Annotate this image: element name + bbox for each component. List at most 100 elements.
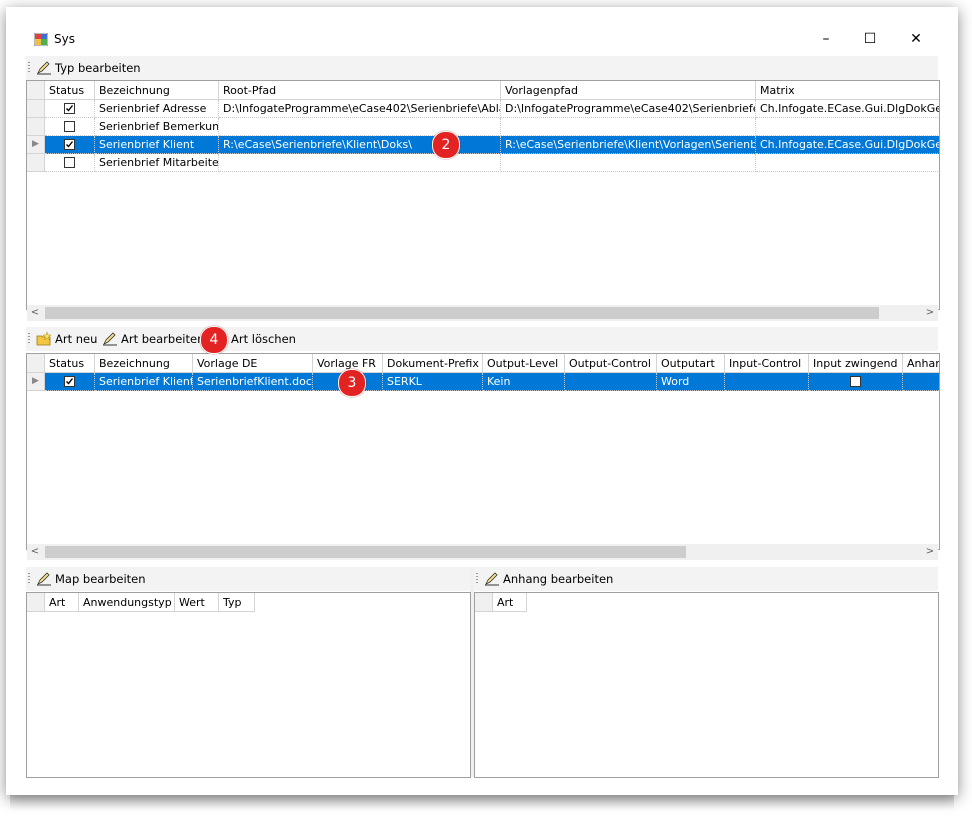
table-cell: Serienbrief Klient — [95, 373, 193, 391]
minimize-icon: – — [822, 31, 830, 47]
map-edit-button[interactable]: Map bearbeiten — [36, 571, 146, 587]
column-header[interactable]: Vorlagenpfad — [501, 81, 756, 100]
status-checkbox[interactable] — [64, 376, 75, 387]
map-toolbar: Map bearbeiten — [26, 567, 470, 591]
column-header[interactable]: Outputart — [657, 354, 725, 373]
status-checkbox[interactable] — [64, 157, 75, 168]
column-header[interactable]: Typ — [219, 593, 255, 612]
scroll-left-arrow-icon[interactable]: < — [27, 305, 43, 321]
column-header[interactable]: Bezeichnung — [95, 81, 219, 100]
grid-corner — [27, 354, 45, 373]
column-header[interactable]: Matrix — [756, 81, 939, 100]
table-cell — [756, 154, 939, 172]
column-header[interactable]: Art — [45, 593, 79, 612]
column-header[interactable]: Input-Control — [725, 354, 809, 373]
row-header[interactable] — [27, 100, 45, 118]
close-icon: ✕ — [910, 31, 922, 47]
app-icon — [34, 33, 48, 46]
input-zwingend-checkbox[interactable] — [850, 376, 861, 387]
table-cell: R:\eCase\Serienbriefe\Klient\Vorlagen\Se… — [501, 136, 756, 154]
column-header[interactable]: Root-Pfad — [219, 81, 501, 100]
checkmark-icon — [66, 105, 74, 112]
scroll-thumb[interactable] — [45, 546, 686, 558]
scroll-left-arrow-icon[interactable]: < — [27, 544, 43, 560]
art-new-label: Art neu — [55, 332, 98, 346]
table-cell — [725, 373, 809, 391]
edit-pencil-icon — [37, 572, 51, 586]
table-cell: Serienbrief Klient — [95, 136, 219, 154]
checkbox-cell[interactable] — [45, 373, 95, 391]
typ-toolbar: Typ bearbeiten — [26, 56, 938, 80]
grid-corner — [27, 593, 45, 612]
status-cell[interactable] — [45, 154, 95, 172]
anhang-grid[interactable]: Art — [474, 592, 939, 778]
typ-grid[interactable]: Status Bezeichnung Root-Pfad Vorlagenpfad Ma… — [26, 80, 940, 310]
art-delete-label: Art löschen — [231, 332, 296, 346]
checkmark-icon — [66, 378, 74, 385]
table-cell: Kein — [483, 373, 565, 391]
map-grid[interactable]: Art Anwendungstyp Wert Typ — [26, 592, 471, 778]
annotation-badge-3: 3 — [338, 369, 366, 397]
close-button[interactable]: ✕ — [893, 25, 939, 53]
scroll-right-arrow-icon[interactable]: > — [922, 544, 938, 560]
art-edit-button[interactable]: Art bearbeiten — [102, 331, 204, 347]
table-cell — [756, 118, 939, 136]
status-cell[interactable] — [45, 118, 95, 136]
edit-pencil-icon — [485, 572, 499, 586]
art-grid[interactable]: Status Bezeichnung Vorlage DE Vorlage FR Dok… — [26, 353, 940, 550]
toolbar-grip — [28, 62, 30, 74]
minimize-button[interactable]: – — [803, 25, 849, 53]
art-new-button[interactable]: Art neu — [36, 331, 97, 347]
annotation-badge-2: 2 — [432, 131, 460, 159]
typ-edit-button[interactable]: Typ bearbeiten — [36, 60, 141, 76]
table-cell: Serienbrief Mitarbeiter — [95, 154, 219, 172]
column-header[interactable]: Anhang — [903, 354, 939, 373]
column-header[interactable]: Output-Level — [483, 354, 565, 373]
current-row-arrow-icon: ▶ — [32, 376, 39, 386]
column-header[interactable]: Dokument-Prefix — [383, 354, 483, 373]
column-header[interactable]: Wert — [175, 593, 219, 612]
window-title: Sys — [54, 32, 75, 46]
table-cell — [219, 154, 501, 172]
maximize-button[interactable]: ☐ — [847, 25, 893, 53]
table-cell: SerienbriefKlient.docx — [193, 373, 313, 391]
status-cell[interactable] — [45, 100, 95, 118]
column-header[interactable]: Anwendungstyp — [79, 593, 175, 612]
column-header[interactable]: Input zwingend — [809, 354, 903, 373]
column-header[interactable]: Art — [493, 593, 527, 612]
current-row-arrow-icon: ▶ — [32, 139, 39, 149]
column-header[interactable]: Output-Control — [565, 354, 657, 373]
row-header[interactable]: ▶ — [27, 136, 45, 154]
table-cell — [501, 154, 756, 172]
title-bar[interactable]: Sys – ☐ ✕ — [6, 7, 958, 51]
row-header[interactable]: ▶ — [27, 373, 45, 391]
scroll-right-arrow-icon[interactable]: > — [922, 305, 938, 321]
toolbar-grip — [28, 333, 30, 345]
art-toolbar: Art neu Art bearbeiten Art löschen — [26, 327, 938, 351]
typ-hscrollbar[interactable]: < > — [27, 305, 938, 321]
art-hscrollbar[interactable]: < > — [27, 544, 938, 560]
table-cell: D:\InfogateProgramme\eCase402\Serienbrie… — [501, 100, 756, 118]
column-header[interactable]: Bezeichnung — [95, 354, 193, 373]
row-header[interactable] — [27, 154, 45, 172]
table-cell: Serienbrief Bemerkung — [95, 118, 219, 136]
anhang-edit-label: Anhang bearbeiten — [503, 572, 614, 586]
status-cell[interactable] — [45, 136, 95, 154]
scroll-thumb[interactable] — [45, 307, 879, 319]
status-checkbox[interactable] — [64, 121, 75, 132]
row-header[interactable] — [27, 118, 45, 136]
column-header[interactable]: Vorlage DE — [193, 354, 313, 373]
checkbox-cell[interactable] — [809, 373, 903, 391]
edit-pencil-icon — [37, 61, 51, 75]
table-cell: Serienbrief Adresse — [95, 100, 219, 118]
status-checkbox[interactable] — [64, 139, 75, 150]
column-header[interactable]: Status — [45, 354, 95, 373]
checkmark-icon — [66, 141, 74, 148]
status-checkbox[interactable] — [64, 103, 75, 114]
anhang-edit-button[interactable]: Anhang bearbeiten — [484, 571, 613, 587]
grid-corner — [475, 593, 493, 612]
table-cell: Ch.Infogate.ECase.Gui.DlgDokGenAd — [756, 100, 939, 118]
main-window: Sys – ☐ ✕ Typ bearbeiten Status Bezeichnu… — [6, 7, 958, 795]
column-header[interactable]: Status — [45, 81, 95, 100]
new-folder-icon — [36, 331, 52, 346]
